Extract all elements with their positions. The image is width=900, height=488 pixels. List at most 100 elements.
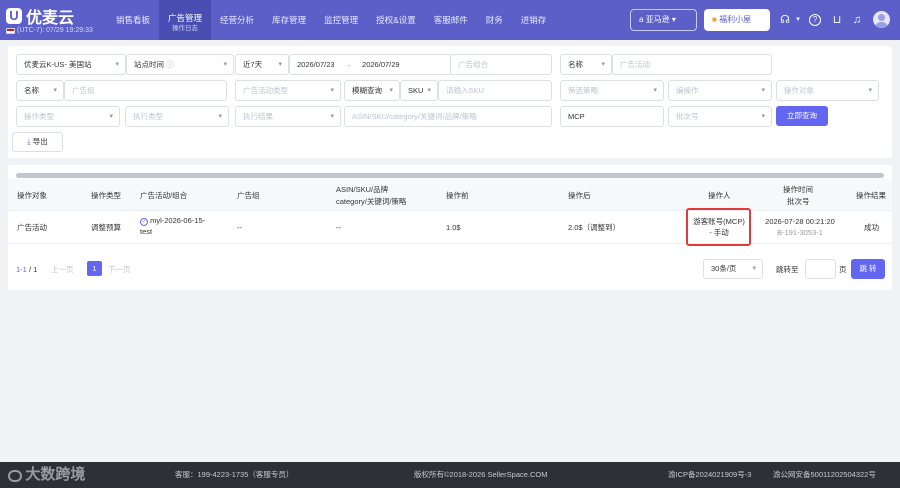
- exec-result-placeholder: 执行结果: [243, 112, 273, 121]
- operation-type-select[interactable]: 操作类型 ▾: [16, 106, 120, 127]
- name-type-select[interactable]: 名称 ▾: [560, 54, 612, 75]
- strategy-select[interactable]: 筛选策略 ▾: [560, 80, 664, 101]
- operation-target-placeholder: 操作对象: [784, 86, 814, 95]
- jump-button[interactable]: 跳 转: [851, 259, 885, 279]
- region-selector[interactable]: a 亚马逊 ▾: [630, 9, 697, 31]
- date-range-select[interactable]: 近7天 ▾: [235, 54, 289, 75]
- headset-icon[interactable]: ☊: [778, 13, 792, 27]
- user-avatar[interactable]: [873, 11, 890, 28]
- col-asin-line1: ASIN/SKU/品牌: [336, 185, 389, 194]
- icp-record[interactable]: 渝ICP备2024021909号-3: [668, 462, 751, 488]
- welfare-button[interactable]: ■ 福利小屋: [704, 9, 770, 31]
- chevron-down-icon: ▾: [601, 61, 605, 68]
- main-nav: 销售看板 广告管理 操作日志 经营分析 库存管理 监控管理 授权&设置 客服邮件…: [107, 0, 555, 40]
- operator-select[interactable]: MCP: [560, 106, 664, 127]
- jump-page-input[interactable]: [805, 259, 836, 279]
- campaign-status-icon: ✓: [140, 218, 148, 226]
- col-result: 操作结果: [856, 191, 886, 200]
- batch-input[interactable]: 批次号 ▾: [668, 106, 772, 127]
- filter-panel: 优麦云K-US- 美国站 ▾ 站点时间 ⓘ ▾ 近7天 ▾ 2026/07/23 → 20…: [8, 46, 892, 158]
- nav-sales-dashboard[interactable]: 销售看板: [107, 0, 159, 40]
- campaign-type-select[interactable]: 广告活动类型 ▾: [235, 80, 341, 101]
- date-range-value: 近7天: [243, 60, 263, 69]
- operator-line1: 游客账号(MCP): [693, 217, 745, 226]
- campaign-name-line2: test: [140, 227, 153, 236]
- page-size-select[interactable]: 30条/页 ▾: [703, 259, 763, 279]
- chevron-down-icon: ▾: [761, 113, 765, 120]
- chevron-down-icon: ▾: [223, 61, 227, 68]
- export-button[interactable]: ⤓ 导出: [12, 132, 63, 152]
- col-time-line2: 批次号: [787, 197, 810, 206]
- operation-target-select[interactable]: 操作对象 ▾: [776, 80, 879, 101]
- operation-select[interactable]: 编操作 ▾: [668, 80, 772, 101]
- app-logo[interactable]: U 优麦云: [6, 4, 74, 28]
- logo-text: 优麦云: [26, 10, 75, 27]
- chevron-down-icon: ▾: [752, 265, 756, 272]
- nav-purchase-sales[interactable]: 进销存: [512, 0, 556, 40]
- nav-monitoring[interactable]: 监控管理: [315, 0, 367, 40]
- name-type-value-2: 名称: [24, 86, 39, 95]
- exec-type-placeholder: 执行类型: [133, 112, 163, 121]
- chevron-down-icon: ▾: [330, 113, 334, 120]
- query-button[interactable]: 立即查询: [776, 106, 828, 126]
- clock-text: (UTC-7): 07/29 19:29:33: [17, 27, 93, 34]
- col-group: 广告组: [237, 191, 260, 200]
- store-select[interactable]: 优麦云K-US- 美国站 ▾: [16, 54, 126, 75]
- horizontal-scrollbar[interactable]: [16, 173, 884, 178]
- police-record[interactable]: 渝公网安备50011202504322号: [773, 462, 876, 488]
- prev-page-button[interactable]: 上一页: [51, 264, 74, 275]
- ad-campaign-input[interactable]: 广告活动: [612, 54, 772, 75]
- chevron-down-icon: ▾: [671, 15, 676, 24]
- pagination-separator: /: [28, 265, 32, 274]
- ad-portfolio-select[interactable]: 广告组合: [450, 54, 552, 75]
- chevron-down-icon: ▾: [53, 87, 57, 94]
- nav-service-mail[interactable]: 客服邮件: [425, 0, 477, 40]
- chevron-down-icon[interactable]: ▾: [791, 13, 805, 27]
- ad-campaign-placeholder: 广告活动: [620, 60, 650, 69]
- fuzzy-query-select[interactable]: 模糊查询 ▾: [344, 80, 400, 101]
- download-icon: ⤓: [27, 137, 31, 146]
- cell-before: 1.0$: [446, 223, 461, 232]
- col-target: 操作对象: [17, 191, 47, 200]
- exec-result-select[interactable]: 执行结果 ▾: [235, 106, 341, 127]
- ad-group-input[interactable]: 广告组: [64, 80, 227, 101]
- arrow-right-icon: →: [344, 60, 353, 69]
- info-icon: ⓘ: [166, 60, 174, 69]
- site-time-select[interactable]: 站点时间 ⓘ ▾: [126, 54, 234, 75]
- nav-business-analysis[interactable]: 经营分析: [211, 0, 263, 40]
- next-page-button[interactable]: 下一页: [108, 264, 131, 275]
- pagination-summary: 1-1 / 1: [16, 264, 37, 275]
- cell-group: --: [237, 223, 242, 232]
- col-campaign: 广告活动/组合: [140, 191, 188, 200]
- brand-name: 大数跨境: [25, 466, 86, 483]
- col-before: 操作前: [446, 191, 469, 200]
- campaign-type-placeholder: 广告活动类型: [243, 86, 288, 95]
- exec-type-select[interactable]: 执行类型 ▾: [125, 106, 229, 127]
- cart-icon[interactable]: ⊔: [830, 13, 844, 27]
- ad-portfolio-placeholder: 广告组合: [458, 60, 488, 69]
- keyword-input[interactable]: ASIN/SKU/category/关键词/品牌/策略: [344, 106, 552, 127]
- logo-icon: U: [6, 8, 22, 24]
- cell-campaign[interactable]: ✓ myl-2026-06-15- test: [140, 215, 205, 237]
- sku-input[interactable]: 请输入SKU: [438, 80, 552, 101]
- chevron-down-icon: ▾: [868, 87, 872, 94]
- nav-ad-management[interactable]: 广告管理 操作日志: [159, 0, 212, 40]
- brand-watermark: 大数跨境: [8, 462, 85, 488]
- page-size-value: 30条/页: [711, 264, 737, 273]
- nav-finance[interactable]: 财务: [477, 0, 512, 40]
- operator-line2: - 手动: [709, 228, 729, 237]
- date-picker[interactable]: 2026/07/23 → 2026/07/29: [289, 54, 452, 75]
- nav-auth-settings[interactable]: 授权&设置: [367, 0, 425, 40]
- help-icon[interactable]: ?: [809, 14, 821, 26]
- chevron-down-icon: ▾: [427, 87, 431, 94]
- sku-type-select[interactable]: SKU ▾: [400, 80, 438, 101]
- bell-icon[interactable]: ♫: [850, 13, 864, 27]
- nav-inventory[interactable]: 库存管理: [263, 0, 315, 40]
- name-type-select-2[interactable]: 名称 ▾: [16, 80, 64, 101]
- chevron-down-icon: ▾: [115, 61, 119, 68]
- cell-operator: 游客账号(MCP) - 手动: [690, 216, 748, 238]
- nav-ad-management-label: 广告管理: [168, 13, 203, 23]
- jump-label: 跳转至: [776, 265, 799, 274]
- date-end: 2026/07/29: [362, 60, 400, 69]
- page-1-button[interactable]: 1: [87, 261, 102, 276]
